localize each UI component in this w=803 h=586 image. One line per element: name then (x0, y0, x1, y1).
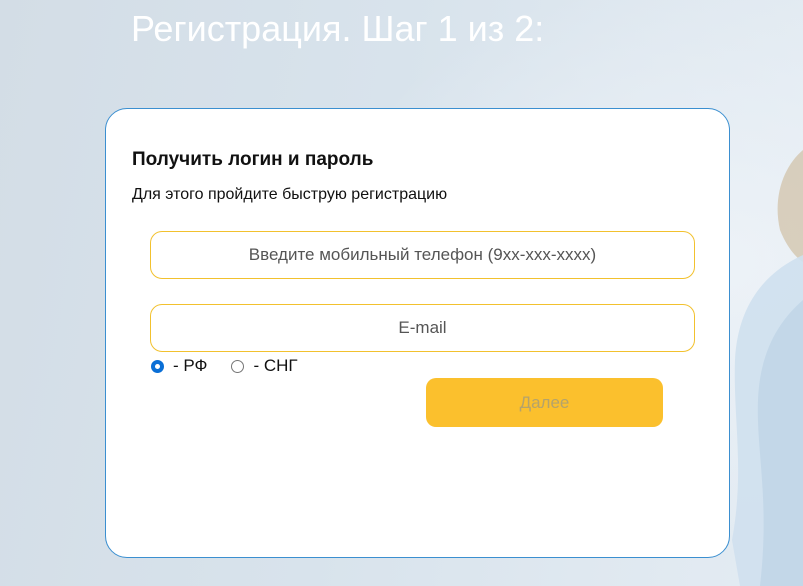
phone-input[interactable] (150, 231, 695, 279)
radio-rf-button[interactable] (151, 359, 164, 373)
radio-rf-label: - РФ (173, 356, 208, 375)
page-title: Регистрация. Шаг 1 из 2: (131, 8, 545, 49)
registration-card: Получить логин и пароль Для этого пройди… (105, 108, 730, 558)
email-input[interactable] (150, 304, 695, 352)
radio-option-rf[interactable]: - РФ (151, 356, 207, 376)
radio-sng-button[interactable] (231, 359, 245, 373)
radio-sng-label: - СНГ (253, 356, 298, 375)
region-radio-group: - РФ - СНГ (151, 356, 298, 376)
card-heading: Получить логин и пароль (132, 149, 374, 170)
radio-option-sng[interactable]: - СНГ (231, 356, 298, 376)
card-subheading: Для этого пройдите быструю регистрацию (132, 186, 448, 203)
next-button[interactable]: Далее (426, 378, 663, 427)
